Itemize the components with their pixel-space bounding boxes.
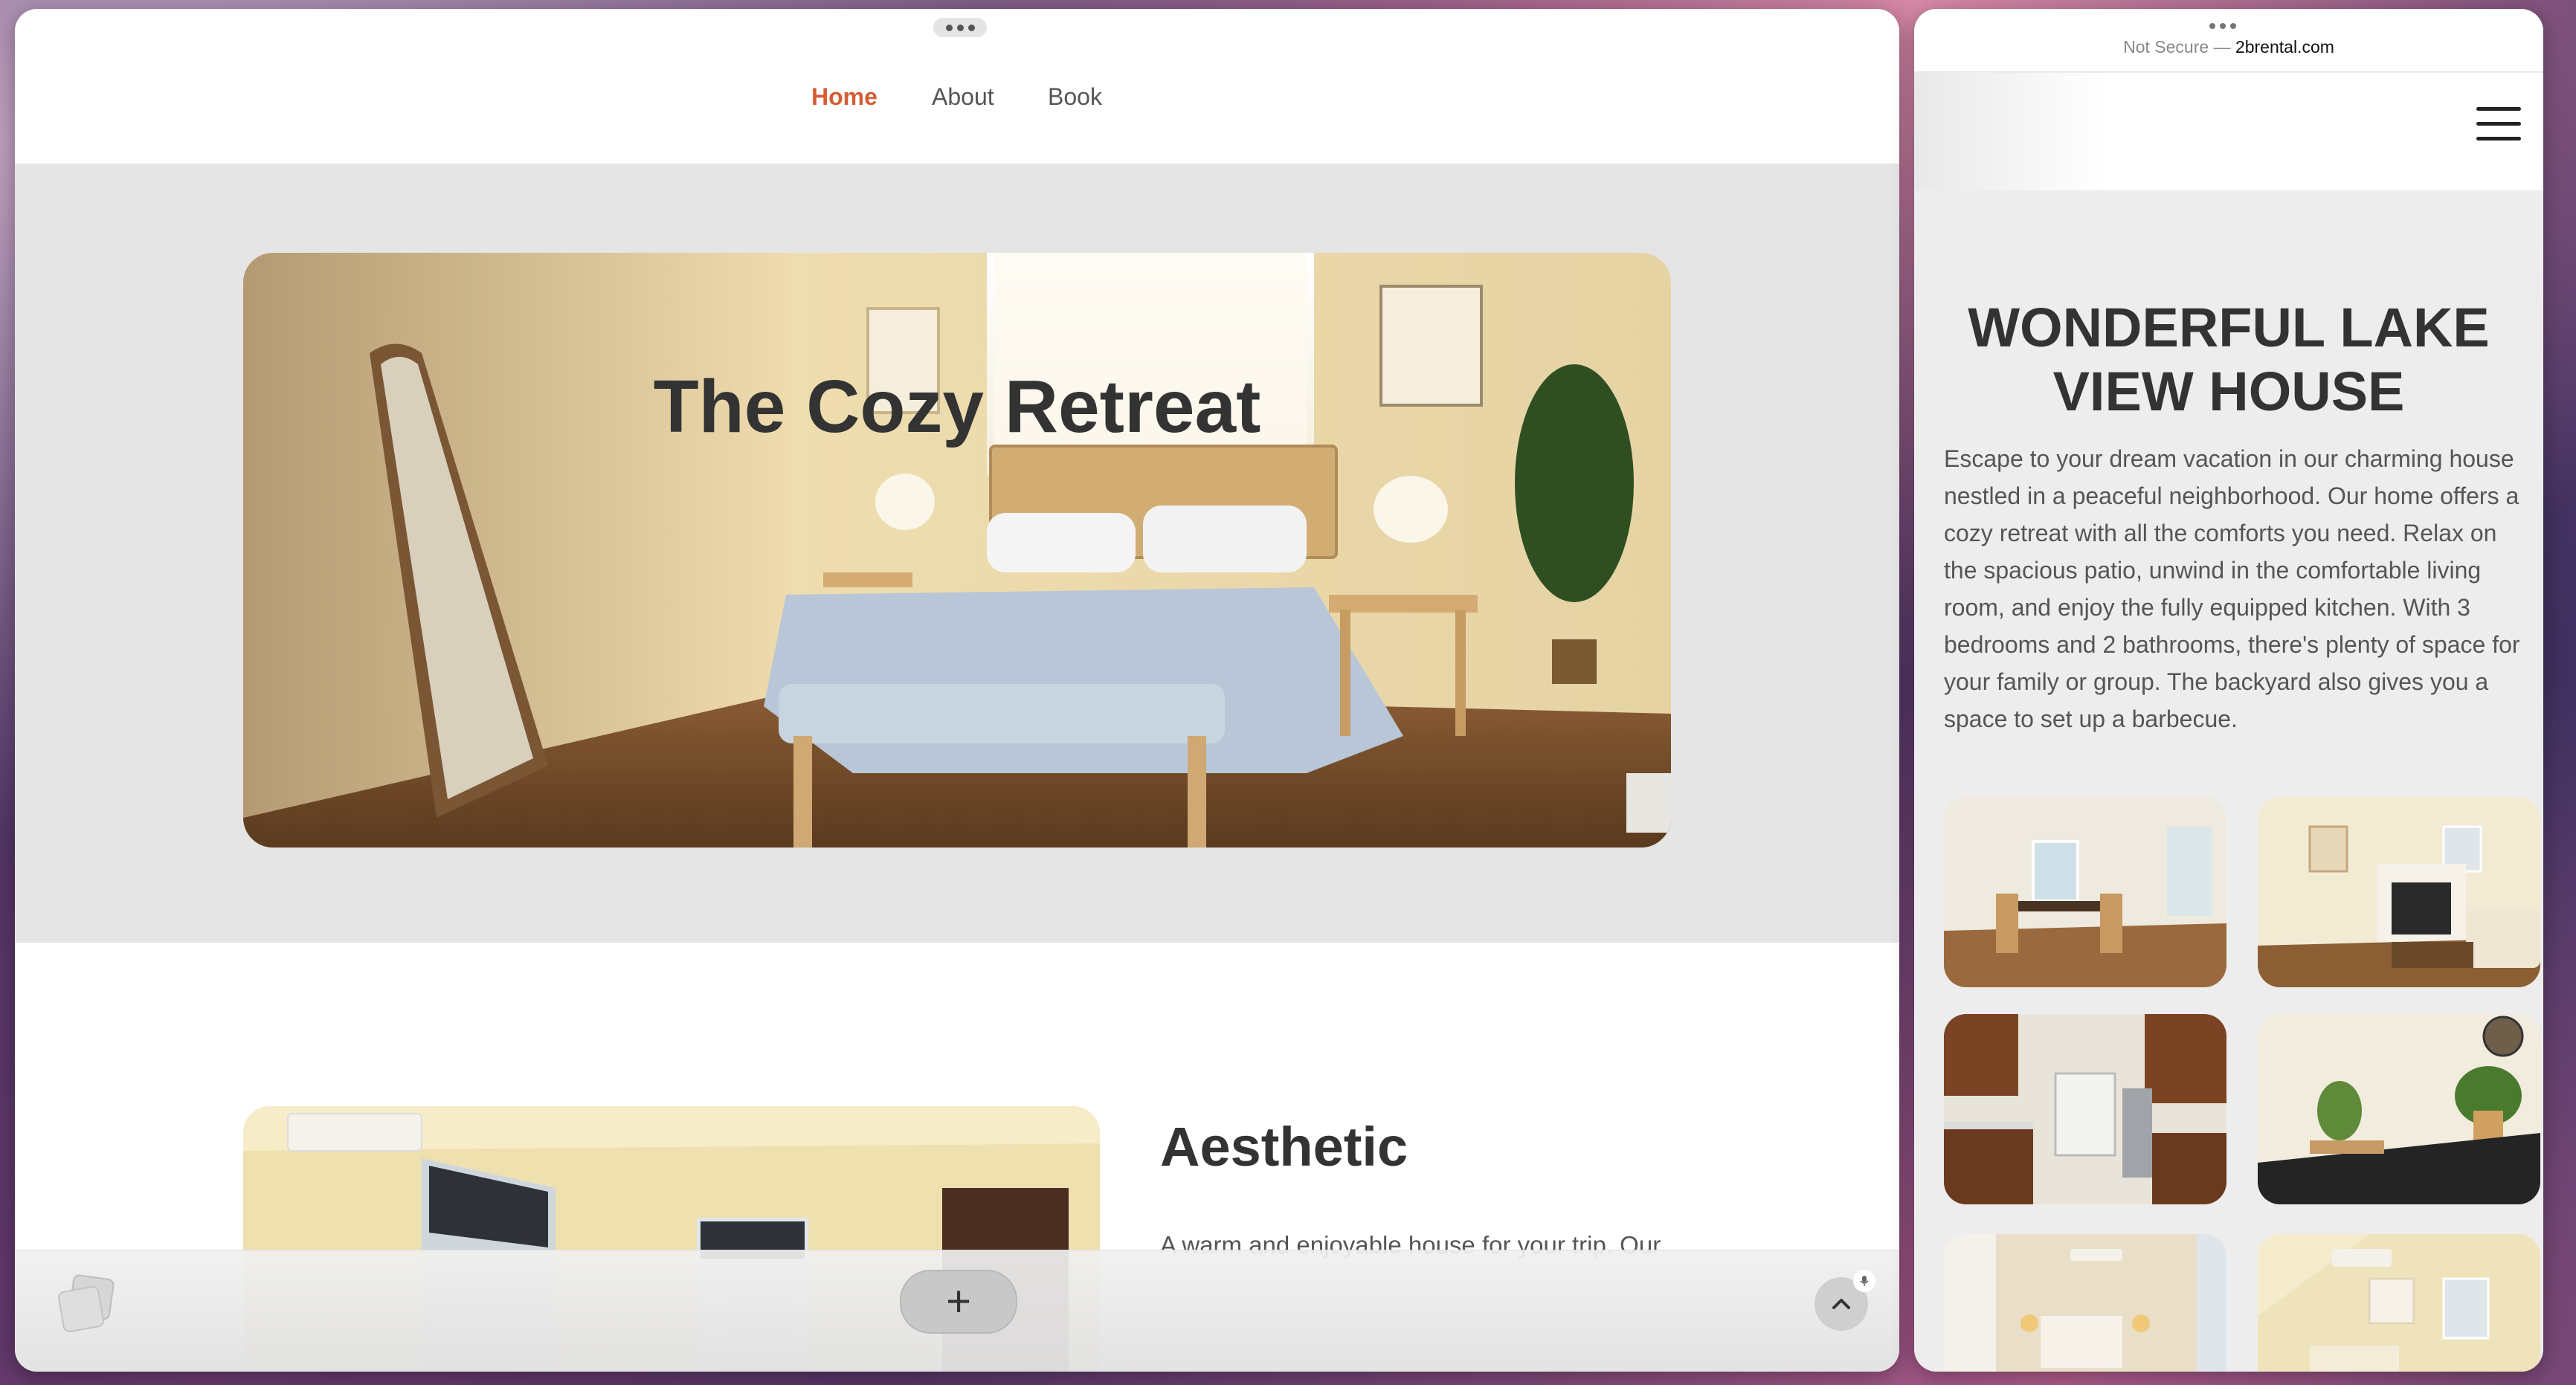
window-grabber[interactable] — [2200, 21, 2245, 31]
hamburger-menu-icon[interactable] — [2476, 107, 2521, 147]
url-domain: 2brental.com — [2235, 37, 2334, 57]
gallery-photo-table-plant[interactable] — [2258, 1014, 2540, 1204]
nav-link-about[interactable]: About — [932, 83, 994, 111]
gallery-photo-kitchen[interactable] — [1944, 1014, 2226, 1204]
nav-link-book[interactable]: Book — [1048, 83, 1102, 111]
hero-title: The Cozy Retreat — [653, 365, 1261, 448]
hero-section: The Cozy Retreat — [15, 164, 1899, 943]
browser-toolbar: + — [15, 1250, 1899, 1372]
right-browser-window: Not Secure — 2brental.com WONDERFUL LAKE… — [1914, 9, 2543, 1372]
new-tab-button[interactable]: + — [900, 1270, 1017, 1334]
gallery-photo-bedroom[interactable] — [1944, 1234, 2226, 1372]
gallery-photo-attic-bedroom[interactable] — [2258, 1234, 2540, 1372]
chevron-up-icon — [1832, 1299, 1850, 1309]
plus-icon: + — [946, 1277, 971, 1326]
window-grabber[interactable] — [933, 18, 987, 37]
url-text: Not Secure — 2brental.com — [1914, 37, 2543, 57]
site-header — [1914, 73, 2543, 190]
bedroom-photo — [243, 253, 1671, 848]
security-status: Not Secure — [2123, 37, 2209, 57]
page-title: WONDERFUL LAKE VIEW HOUSE — [1968, 297, 2490, 422]
tabs-icon[interactable] — [51, 1267, 122, 1338]
url-separator: — — [2213, 37, 2231, 57]
aesthetic-heading: Aesthetic — [1160, 1116, 1408, 1178]
address-bar[interactable]: Not Secure — 2brental.com — [1914, 9, 2543, 72]
nav-link-home[interactable]: Home — [811, 83, 878, 111]
page-description: Escape to your dream vacation in our cha… — [1944, 445, 2520, 732]
left-browser-window: Home About Book The Cozy Retreat Aesthet… — [15, 9, 1899, 1372]
gallery-photo-living-room[interactable] — [2258, 797, 2540, 987]
microphone-icon — [1853, 1270, 1875, 1292]
hero-image: The Cozy Retreat — [243, 253, 1671, 848]
gallery-photo-dining[interactable] — [1944, 797, 2226, 987]
